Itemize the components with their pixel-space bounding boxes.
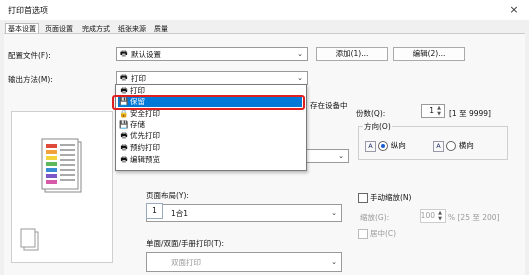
chevron-down-icon[interactable]: ⌄ (329, 208, 339, 218)
manual-scaling-label: 手动缩放(N) (370, 193, 412, 202)
profile-label: 配置文件(F): (8, 51, 51, 60)
copies-stepper[interactable]: 1 ▲ ▼ (421, 104, 445, 118)
center-label: 居中(C) (370, 229, 397, 238)
window-title: 打印首选项 (8, 6, 48, 15)
copies-label: 份数(Q): (356, 109, 386, 118)
duplex-select[interactable]: 双面打印 ⌄ (146, 252, 342, 272)
dropdown-item-priority-print[interactable]: 🖶 优先打印 (118, 131, 302, 141)
landscape-icon: A (433, 140, 444, 152)
chevron-down-icon[interactable]: ⌄ (329, 257, 339, 267)
scale-label: 缩放(G): (360, 213, 390, 222)
stepper-arrows-icon[interactable]: ▲ ▼ (435, 105, 443, 117)
profile-value: 默认设置 (131, 50, 161, 59)
scale-range: % [25 至 200] (448, 213, 500, 222)
stepper-arrows-icon[interactable]: ▲ ▼ (436, 210, 444, 222)
partial-select-behind[interactable]: ⌄ (305, 149, 349, 163)
output-method-value: 打印 (131, 74, 146, 83)
portrait-option[interactable]: A 纵向 (365, 140, 406, 152)
print-preview-area (11, 111, 113, 263)
dropdown-item-edit-preview[interactable]: 🖶 编辑预览 (118, 155, 302, 165)
portrait-radio[interactable] (378, 141, 389, 151)
printer-icon: 🖶 (120, 155, 128, 164)
printer-icon: 🖶 (120, 143, 128, 152)
add-profile-button[interactable]: 添加(1)... (316, 47, 388, 61)
landscape-option[interactable]: A 横向 (433, 140, 474, 152)
save-icon: 💾 (119, 120, 129, 129)
output-method-select[interactable]: 🖶 打印 ⌄ (116, 71, 308, 85)
duplex-value: 双面打印 (171, 258, 201, 267)
highlight-frame (112, 95, 305, 110)
close-icon[interactable]: × (505, 2, 523, 18)
output-method-label: 输出方法(M): (8, 75, 53, 84)
portrait-label: 纵向 (390, 141, 406, 150)
profile-select[interactable]: 🖶 默认设置 ⌄ (116, 47, 308, 61)
lock-icon: 🔒 (119, 109, 129, 118)
dropdown-item-store[interactable]: 💾存储 (118, 120, 302, 130)
chevron-down-icon[interactable]: ⌄ (295, 49, 305, 59)
page-layout-value: 1合1 (171, 209, 189, 218)
landscape-radio[interactable] (446, 141, 457, 151)
copies-range: [1 至 9999] (449, 109, 491, 118)
printer-icon: 🖶 (120, 73, 128, 82)
portrait-icon: A (365, 140, 376, 152)
dropdown-item-label: 预约打印 (130, 143, 160, 152)
center-checkbox[interactable] (358, 229, 368, 239)
dropdown-item-label: 编辑预览 (130, 155, 160, 164)
page-layout-select[interactable]: 1合1 ⌄ (146, 204, 342, 222)
page-layout-icon: 1 (146, 203, 163, 219)
profile-icon: 🖶 (120, 49, 128, 58)
title-bar: 打印首选项 × (0, 0, 529, 20)
dropdown-item-label: 安全打印 (130, 109, 160, 118)
print-preferences-window: 打印首选项 × 基本设置 页面设置 完成方式 纸张来源 质量 配置文件(F): … (0, 0, 529, 275)
output-behind-text: 存在设备中 (310, 101, 348, 110)
chevron-down-icon[interactable]: ⌄ (336, 151, 346, 161)
dropdown-item-label: 打印 (130, 86, 145, 95)
edit-profile-button[interactable]: 编辑(2)... (393, 47, 465, 61)
dropdown-item-scheduled-print[interactable]: 🖶 预约打印 (118, 143, 302, 153)
page-layout-label: 页面布局(Y): (146, 191, 189, 200)
printer-icon: 🖶 (120, 131, 128, 140)
copies-value: 1 (429, 106, 434, 115)
duplex-label: 单面/双面/手册打印(T): (146, 239, 225, 248)
orientation-group: 方向(O) A 纵向 A 横向 (358, 121, 508, 160)
dropdown-item-label: 优先打印 (130, 131, 160, 140)
manual-scaling-checkbox[interactable] (358, 193, 368, 203)
scale-value: 100 (420, 211, 435, 220)
scale-stepper[interactable]: 100 ▲ ▼ (420, 209, 446, 223)
dropdown-item-label: 存储 (130, 120, 145, 129)
orientation-label: 方向(O) (363, 121, 392, 132)
landscape-label: 横向 (458, 141, 474, 150)
document-preview-icon (20, 138, 82, 251)
chevron-down-icon[interactable]: ⌄ (295, 73, 305, 83)
dropdown-item-secure-print[interactable]: 🔒安全打印 (118, 109, 302, 119)
